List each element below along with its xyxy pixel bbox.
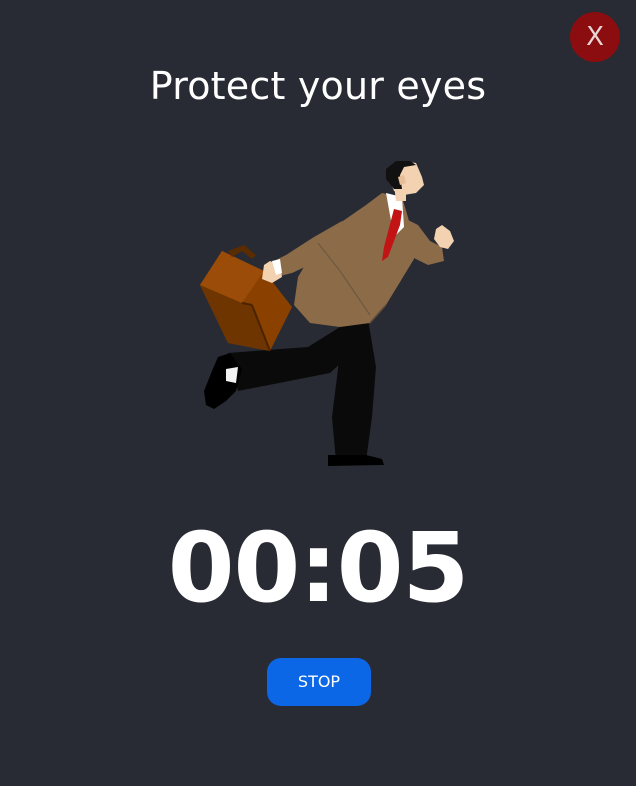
page-title: Protect your eyes: [149, 64, 487, 108]
countdown-timer: 00:05: [167, 512, 470, 624]
running-businessman-illustration: [200, 161, 454, 466]
close-button[interactable]: X: [570, 12, 620, 62]
stop-button[interactable]: STOP: [267, 658, 371, 706]
